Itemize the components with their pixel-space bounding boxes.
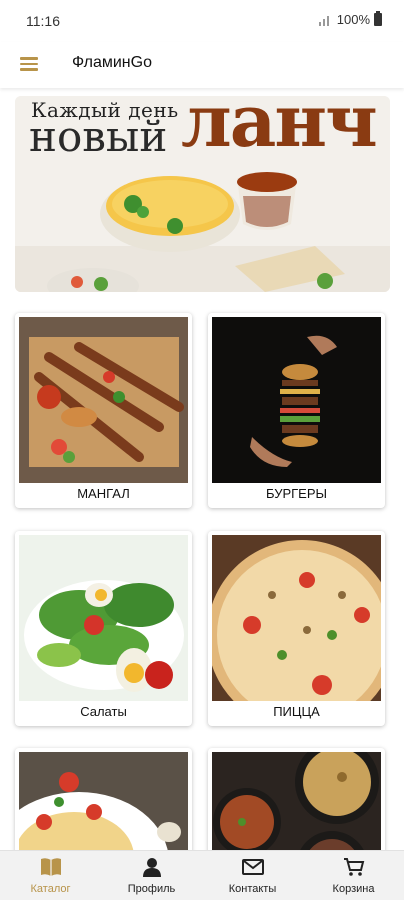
status-indicators: 100%: [318, 11, 382, 27]
envelope-icon: [241, 859, 264, 875]
battery-icon: [374, 11, 382, 26]
person-icon: [142, 858, 161, 877]
pizza-image: [212, 535, 381, 701]
category-label: Салаты: [80, 704, 127, 719]
category-label: БУРГЕРЫ: [265, 486, 328, 501]
category-card-burgers[interactable]: БУРГЕРЫ: [208, 313, 385, 508]
bottom-navigation: Каталог Профиль Контакты Корзина: [0, 850, 404, 900]
nav-label: Корзина: [332, 883, 375, 895]
app-title: ФламинGo: [72, 54, 152, 71]
category-label: ПИЦЦА: [273, 704, 320, 719]
nav-cart[interactable]: Корзина: [303, 851, 404, 900]
category-card-mangal[interactable]: МАНГАЛ: [15, 313, 192, 508]
status-time: 11:16: [26, 13, 60, 29]
category-card-pizza[interactable]: ПИЦЦА: [208, 531, 385, 726]
mangal-image: [19, 317, 188, 483]
app-bar: ФламинGo: [0, 42, 404, 88]
battery-percent: 100%: [336, 12, 370, 27]
category-label: МАНГАЛ: [77, 486, 130, 501]
nav-catalog[interactable]: Каталог: [0, 851, 101, 900]
catalog-content[interactable]: Каждый день новый ланч МАНГАЛ БУРГЕРЫ Са…: [0, 88, 404, 850]
salads-image: [19, 535, 188, 701]
burgers-image: [212, 317, 381, 483]
book-icon: [40, 858, 61, 876]
banner-line2: новый: [29, 112, 168, 161]
nav-label: Профиль: [127, 883, 176, 895]
nav-profile[interactable]: Профиль: [101, 851, 202, 900]
nav-label: Контакты: [228, 883, 277, 895]
banner-line3: ланч: [181, 96, 378, 163]
category-card-salads[interactable]: Салаты: [15, 531, 192, 726]
category-card-hot-dishes[interactable]: [208, 748, 385, 850]
pasta-image: [19, 752, 188, 850]
hot-dishes-image: [212, 752, 381, 850]
status-bar: 11:16 100%: [0, 0, 404, 42]
nav-label: Каталог: [30, 883, 71, 895]
menu-button[interactable]: [18, 52, 42, 76]
signal-icon: [318, 14, 333, 26]
nav-contacts[interactable]: Контакты: [202, 851, 303, 900]
category-card-pasta[interactable]: [15, 748, 192, 850]
cart-icon: [343, 858, 364, 876]
promo-banner[interactable]: Каждый день новый ланч: [15, 96, 390, 292]
